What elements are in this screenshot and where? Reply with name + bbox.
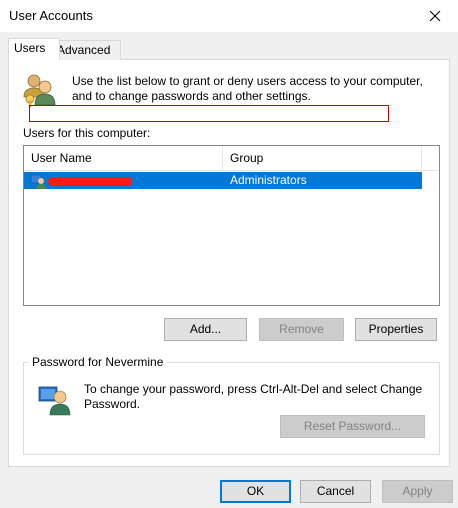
tab-users[interactable]: Users [8,38,60,60]
annotation-box [29,105,389,122]
password-instructions: To change your password, press Ctrl-Alt-… [84,382,423,411]
password-groupbox-title: Password for Nevermine [28,355,168,369]
group-cell: Administrators [230,173,307,187]
remove-button[interactable]: Remove [259,318,344,341]
close-icon [429,10,441,22]
table-row[interactable]: Administrators [24,172,422,189]
reset-password-button[interactable]: Reset Password... [280,415,425,438]
close-button[interactable] [412,0,458,32]
user-accounts-window: User Accounts Users Advanced Use the lis… [0,0,458,508]
window-title: User Accounts [9,8,93,23]
password-user-icon [38,386,71,416]
users-listview[interactable]: User Name Group Administrators [23,145,440,306]
listview-header: User Name Group [24,146,439,171]
properties-button[interactable]: Properties [355,318,437,341]
users-list-label: Users for this computer: [23,126,151,140]
users-icon [23,74,56,108]
tab-advanced-label: Advanced [57,43,111,57]
ok-button[interactable]: OK [220,480,291,503]
cancel-button[interactable]: Cancel [300,480,371,503]
add-button[interactable]: Add... [164,318,247,341]
column-header-user-name[interactable]: User Name [24,146,223,170]
column-header-group[interactable]: Group [223,146,422,170]
intro-text: Use the list below to grant or deny user… [72,74,423,103]
tab-advanced[interactable]: Advanced [51,40,121,60]
tab-users-label: Users [14,41,46,55]
title-bar: User Accounts [0,0,458,32]
redacted-user-name [48,177,132,186]
user-row-icon [30,174,46,189]
user-name-cell [48,174,132,186]
apply-button[interactable]: Apply [382,480,453,503]
